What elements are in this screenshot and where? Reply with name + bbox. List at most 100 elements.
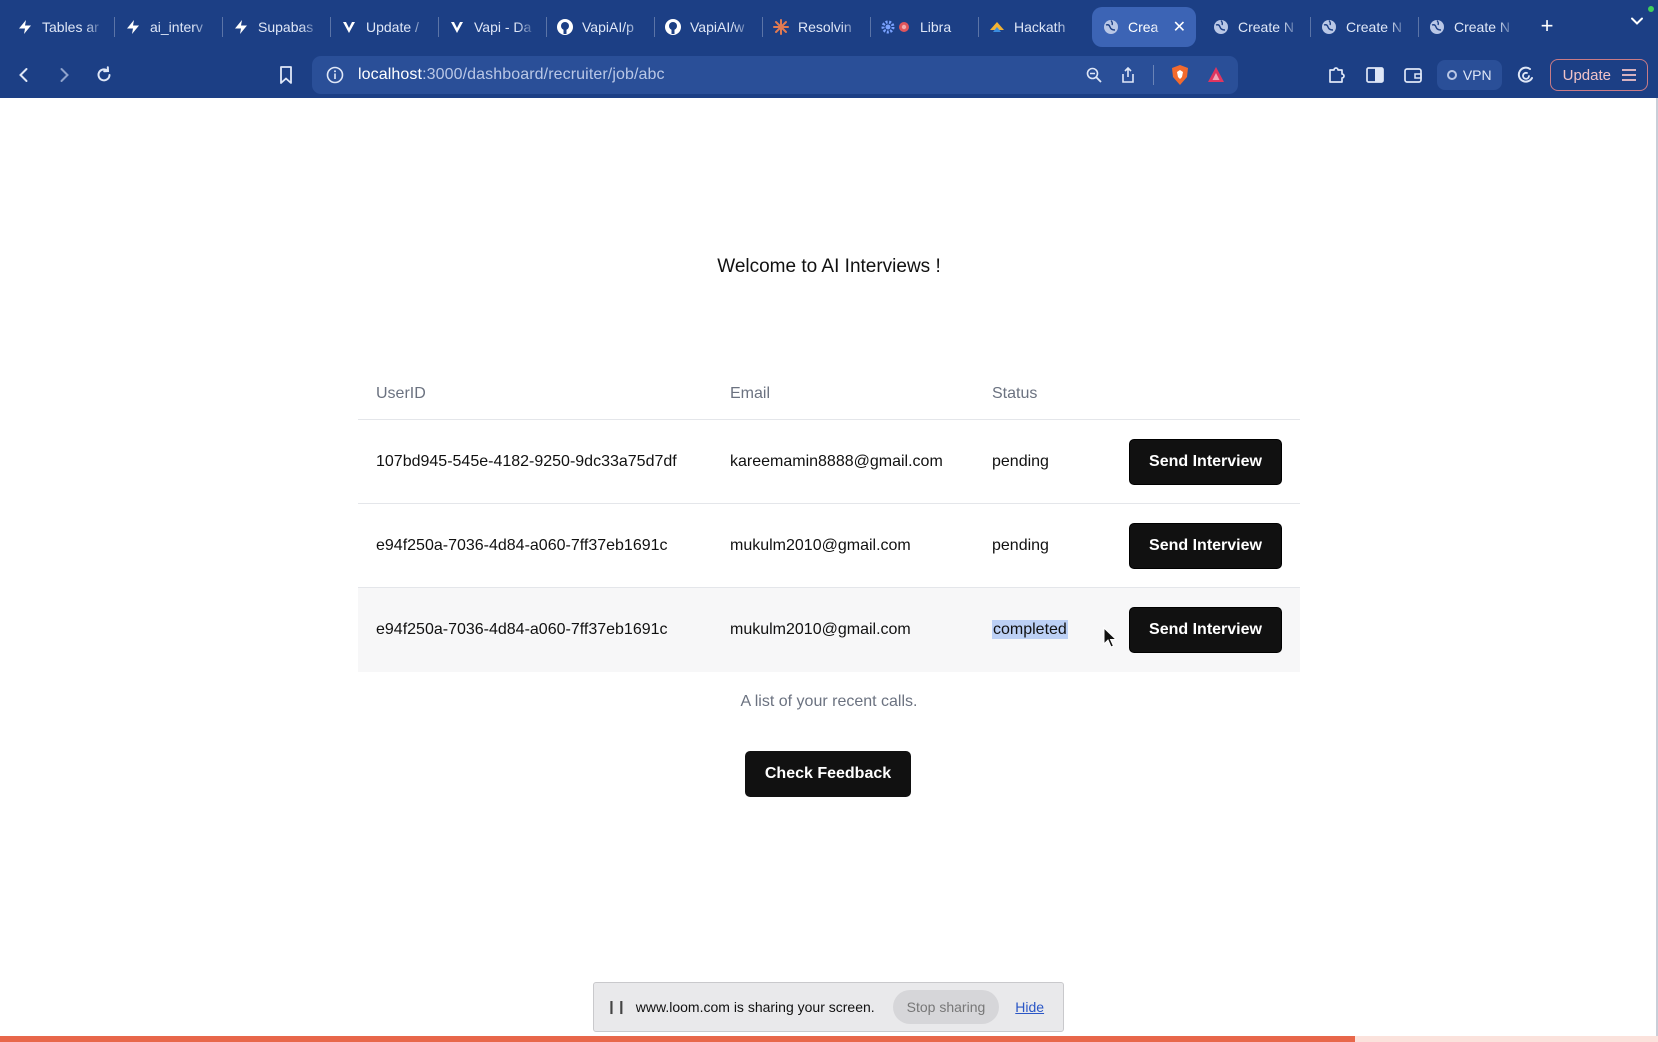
stop-sharing-button[interactable]: Stop sharing — [892, 990, 1000, 1024]
status-text-selected: completed — [992, 620, 1068, 639]
globe-icon — [1102, 18, 1120, 36]
sidebar-icon — [1365, 67, 1384, 83]
tab[interactable]: Hackath — [978, 7, 1086, 47]
supabase-icon — [124, 18, 142, 36]
table-row: e94f250a-7036-4d84-a060-7ff37eb1691c muk… — [358, 504, 1300, 588]
candidates-table: UserID Email Status 107bd945-545e-4182-9… — [358, 368, 1300, 672]
sharing-message: www.loom.com is sharing your screen. — [635, 999, 875, 1015]
check-feedback-button[interactable]: Check Feedback — [745, 751, 911, 797]
tab-label: ai_interv — [150, 19, 203, 35]
table-caption: A list of your recent calls. — [740, 693, 918, 710]
send-interview-button[interactable]: Send Interview — [1129, 607, 1282, 653]
tab-label: Crea — [1128, 19, 1159, 35]
globe-icon — [1320, 18, 1338, 36]
bookmark-button[interactable] — [272, 59, 300, 91]
brave-shield-icon[interactable] — [1170, 64, 1190, 86]
tab-strip: Tables ar ai_interv Supabas Update / Vapi - … — [0, 0, 1658, 52]
tab-list: Tables ar ai_interv Supabas Update / Vapi - … — [6, 0, 1526, 52]
table-row: e94f250a-7036-4d84-a060-7ff37eb1691c muk… — [358, 588, 1300, 672]
status-cell: completed — [992, 620, 1110, 639]
new-tab-button[interactable]: + — [1530, 13, 1564, 39]
tab-label: Supabas — [258, 19, 314, 35]
column-header-userid: UserID — [376, 384, 426, 402]
tab[interactable]: Vapi - Da — [438, 7, 546, 47]
column-header-email: Email — [730, 384, 771, 402]
sidebar-button[interactable] — [1361, 61, 1389, 89]
vapi-icon — [340, 18, 358, 36]
email-cell: kareemamin8888@gmail.com — [730, 452, 943, 470]
user-id-cell: e94f250a-7036-4d84-a060-7ff37eb1691c — [376, 621, 668, 638]
table-row: 107bd945-545e-4182-9250-9dc33a75d7df kar… — [358, 420, 1300, 504]
globe-icon — [1212, 18, 1230, 36]
pause-icon[interactable]: ❙❙ — [606, 999, 627, 1015]
tab-label: Tables ar — [42, 19, 99, 35]
tab-label: Create N — [1346, 19, 1403, 35]
recording-progress-bar — [0, 1036, 1658, 1042]
claude-icon — [772, 18, 790, 36]
status-cell: pending — [992, 452, 1049, 470]
tab-label: Libra — [920, 19, 952, 35]
tab[interactable]: Create N — [1202, 7, 1310, 47]
wallet-button[interactable] — [1399, 61, 1427, 89]
share-icon[interactable] — [1119, 66, 1137, 84]
tab[interactable]: Supabas — [222, 7, 330, 47]
menu-icon — [1622, 69, 1636, 81]
tab-label: Vapi - Da — [474, 19, 532, 35]
vapi-icon — [448, 18, 466, 36]
tab-label: Create N — [1238, 19, 1295, 35]
action-cell: Send Interview — [1110, 607, 1300, 653]
leo-ai-icon — [1517, 66, 1533, 83]
site-info-icon[interactable] — [326, 66, 344, 84]
gear-icon — [880, 18, 912, 36]
update-button[interactable]: Update — [1549, 59, 1648, 91]
tab[interactable]: Create N — [1310, 7, 1418, 47]
tab-label: Resolvin — [798, 19, 852, 35]
update-label: Update — [1562, 66, 1611, 84]
action-cell: Send Interview — [1110, 522, 1300, 569]
brave-rewards-icon[interactable] — [1206, 65, 1226, 85]
status-cell: pending — [992, 536, 1049, 554]
tab[interactable]: Libra — [870, 7, 978, 47]
reload-icon — [97, 66, 111, 82]
table-header: UserID Email Status — [358, 368, 1300, 420]
leo-ai-button[interactable] — [1512, 61, 1540, 89]
user-id-cell: 107bd945-545e-4182-9250-9dc33a75d7df — [376, 452, 677, 470]
vpn-label: VPN — [1462, 67, 1492, 83]
hide-link[interactable]: Hide — [1015, 999, 1044, 1015]
hackathon-icon — [988, 18, 1006, 36]
tab-active[interactable]: Crea ✕ — [1092, 7, 1196, 47]
zoom-icon[interactable] — [1085, 66, 1103, 84]
tab[interactable]: Resolvin — [762, 7, 870, 47]
tab-search-chevron-icon[interactable] — [1630, 14, 1644, 33]
tab-label: Update / — [366, 19, 419, 35]
tab[interactable]: ai_interv — [114, 7, 222, 47]
back-button[interactable] — [8, 59, 40, 91]
tab[interactable]: Tables ar — [6, 7, 114, 47]
back-arrow-icon — [19, 68, 28, 82]
github-icon — [664, 18, 682, 36]
send-interview-button[interactable]: Send Interview — [1129, 522, 1282, 569]
address-bar[interactable]: localhost:3000/dashboard/recruiter/job/a… — [312, 56, 1238, 94]
github-icon — [556, 18, 574, 36]
url-text[interactable]: localhost:3000/dashboard/recruiter/job/a… — [358, 66, 665, 84]
forward-button[interactable] — [48, 59, 80, 91]
close-tab-icon[interactable]: ✕ — [1173, 17, 1186, 37]
tab-label: Create N — [1454, 19, 1511, 35]
vpn-status-icon — [1446, 70, 1457, 80]
tab[interactable]: Update / — [330, 7, 438, 47]
user-id-cell: e94f250a-7036-4d84-a060-7ff37eb1691c — [376, 536, 668, 554]
puzzle-icon — [1328, 67, 1345, 83]
email-cell: mukulm2010@gmail.com — [730, 621, 911, 638]
vpn-button[interactable]: VPN — [1436, 60, 1502, 90]
tab[interactable]: VapiAI/w — [654, 7, 762, 47]
tab-label: VapiAI/p — [582, 19, 634, 35]
extensions-button[interactable] — [1323, 61, 1351, 89]
tab[interactable]: VapiAI/p — [546, 7, 654, 47]
send-interview-button[interactable]: Send Interview — [1129, 438, 1282, 485]
tab-label: VapiAI/w — [690, 19, 745, 35]
tab-label: Hackath — [1014, 19, 1066, 35]
reload-button[interactable] — [88, 59, 120, 91]
tab[interactable]: Create N — [1418, 7, 1526, 47]
bookmark-icon — [280, 66, 292, 84]
supabase-icon — [16, 18, 34, 36]
